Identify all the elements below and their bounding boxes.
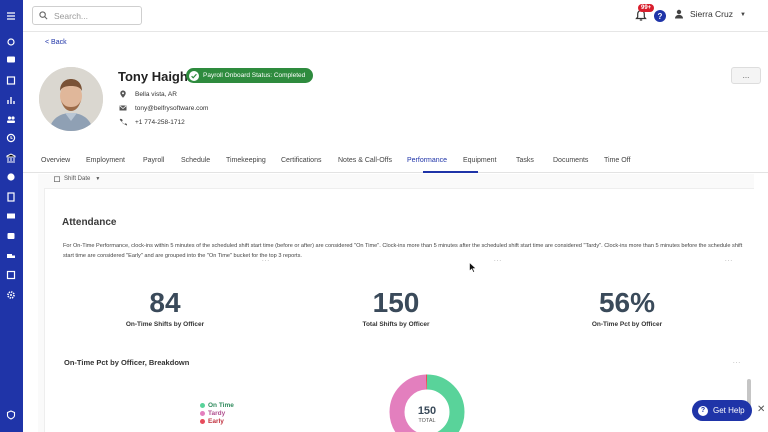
- email-row: tony@belfrysoftware.com: [119, 104, 208, 112]
- building-icon[interactable]: [4, 151, 18, 165]
- get-help-label: Get Help: [713, 406, 745, 415]
- kpi-value: 84: [149, 287, 181, 318]
- mail-icon: [119, 105, 127, 111]
- close-icon[interactable]: ✕: [757, 404, 765, 415]
- attendance-title: Attendance: [62, 217, 117, 228]
- check-icon: [189, 70, 199, 81]
- users-icon[interactable]: [4, 112, 18, 126]
- status-badge: Payroll Onboard Status: Completed: [186, 68, 314, 83]
- kpi-total-shifts: 150 Total Shifts by Officer: [321, 287, 471, 328]
- tab-overview[interactable]: Overview: [41, 157, 70, 164]
- search-input[interactable]: Search...: [32, 6, 142, 25]
- chevron-down-icon: ▼: [95, 176, 101, 182]
- avatar: [39, 67, 103, 131]
- location-text: Bella vista, AR: [135, 90, 177, 98]
- employee-name: Tony Haigh: [118, 69, 188, 84]
- search-placeholder: Search...: [54, 10, 89, 21]
- help-icon: ?: [698, 405, 708, 416]
- get-help-button[interactable]: ? Get Help: [692, 400, 752, 421]
- kpi-menu-icon[interactable]: ...: [725, 257, 733, 263]
- truck-icon[interactable]: [4, 249, 18, 263]
- tab-certifications[interactable]: Certifications: [281, 157, 321, 164]
- menu-icon[interactable]: [4, 9, 18, 23]
- location-row: Bella vista, AR: [119, 90, 177, 98]
- kpi-on-time-shifts: 84 On-Time Shifts by Officer: [90, 287, 240, 328]
- status-text: Payroll Onboard Status: Completed: [203, 72, 306, 79]
- phone-text[interactable]: +1 774-258-1712: [135, 119, 185, 126]
- document-icon[interactable]: [4, 190, 18, 204]
- kpi-label: On-Time Pct by Officer: [591, 321, 663, 328]
- legend-swatch: [200, 402, 205, 408]
- tab-notes-call-offs[interactable]: Notes & Call-Offs: [338, 157, 392, 164]
- breakdown-title: On-Time Pct by Officer, Breakdown: [64, 358, 190, 367]
- reports-icon[interactable]: [4, 93, 18, 107]
- tab-payroll[interactable]: Payroll: [143, 157, 164, 164]
- more-options-button[interactable]: ...: [731, 67, 761, 84]
- attendance-description: For On-Time Performance, clock-ins withi…: [63, 243, 743, 259]
- calendar-icon[interactable]: [4, 73, 18, 87]
- kpi-value: 56%: [598, 287, 656, 318]
- card-icon[interactable]: [4, 209, 18, 223]
- active-tab-indicator: [423, 171, 478, 173]
- invoice-icon[interactable]: [4, 268, 18, 282]
- donut-total-label: TOTAL: [418, 418, 435, 424]
- kpi-menu-icon[interactable]: ...: [494, 257, 502, 263]
- help-icon[interactable]: ?: [654, 10, 666, 22]
- shield-icon[interactable]: [4, 408, 18, 422]
- on-time-donut-chart: 150 TOTAL: [389, 374, 465, 432]
- user-name: Sierra Cruz: [690, 9, 733, 19]
- clock-icon[interactable]: [4, 131, 18, 145]
- tab-schedule[interactable]: Schedule: [181, 157, 210, 164]
- notification-badge: 99+: [638, 4, 655, 12]
- phone-row: +1 774-258-1712: [119, 118, 185, 126]
- tab-performance[interactable]: Performance: [407, 157, 447, 164]
- dashboard-icon[interactable]: [4, 35, 18, 49]
- location-pin-icon: [120, 90, 126, 98]
- profile-tabs: Overview Employment Payroll Schedule Tim…: [23, 153, 768, 173]
- breakdown-menu-icon[interactable]: ...: [733, 359, 741, 365]
- tab-time-off[interactable]: Time Off: [604, 157, 630, 164]
- kpi-menu-icon[interactable]: ...: [262, 257, 270, 263]
- chart-legend: On Time Tardy Early: [200, 401, 234, 425]
- search-icon: [39, 11, 48, 20]
- donut-total-value: 150: [418, 405, 436, 417]
- calendar-icon: [54, 176, 60, 182]
- phone-icon: [119, 118, 127, 126]
- chat-icon[interactable]: [4, 53, 18, 67]
- globe-icon[interactable]: [4, 170, 18, 184]
- tab-tasks[interactable]: Tasks: [516, 157, 534, 164]
- shift-date-filter[interactable]: Shift Date ▼: [54, 176, 100, 182]
- email-text[interactable]: tony@belfrysoftware.com: [135, 105, 208, 112]
- tab-employment[interactable]: Employment: [86, 157, 125, 164]
- user-icon: [675, 9, 683, 19]
- legend-item: Tardy: [200, 409, 234, 417]
- payment-icon[interactable]: [4, 229, 18, 243]
- mouse-cursor-icon: [469, 262, 477, 273]
- legend-swatch: [200, 410, 205, 416]
- performance-panel: Shift Date ▼ Attendance For On-Time Perf…: [38, 174, 754, 432]
- user-menu[interactable]: Sierra Cruz: [674, 9, 733, 19]
- chevron-down-icon[interactable]: ▼: [740, 12, 746, 18]
- tab-timekeeping[interactable]: Timekeeping: [226, 157, 266, 164]
- kpi-label: On-Time Shifts by Officer: [125, 321, 205, 328]
- legend-swatch: [200, 418, 205, 424]
- left-nav-rail: [0, 0, 23, 432]
- settings-icon[interactable]: [4, 288, 18, 302]
- tab-equipment[interactable]: Equipment: [463, 157, 496, 164]
- kpi-label: Total Shifts by Officer: [362, 321, 430, 328]
- kpi-on-time-pct: 56% On-Time Pct by Officer: [552, 287, 702, 328]
- tab-documents[interactable]: Documents: [553, 157, 588, 164]
- kpi-value: 150: [372, 287, 420, 318]
- back-link[interactable]: < Back: [45, 39, 67, 46]
- legend-item: Early: [200, 417, 234, 425]
- legend-item: On Time: [200, 401, 234, 409]
- shift-date-label: Shift Date: [64, 176, 91, 182]
- attendance-card: Attendance For On-Time Performance, cloc…: [44, 188, 754, 432]
